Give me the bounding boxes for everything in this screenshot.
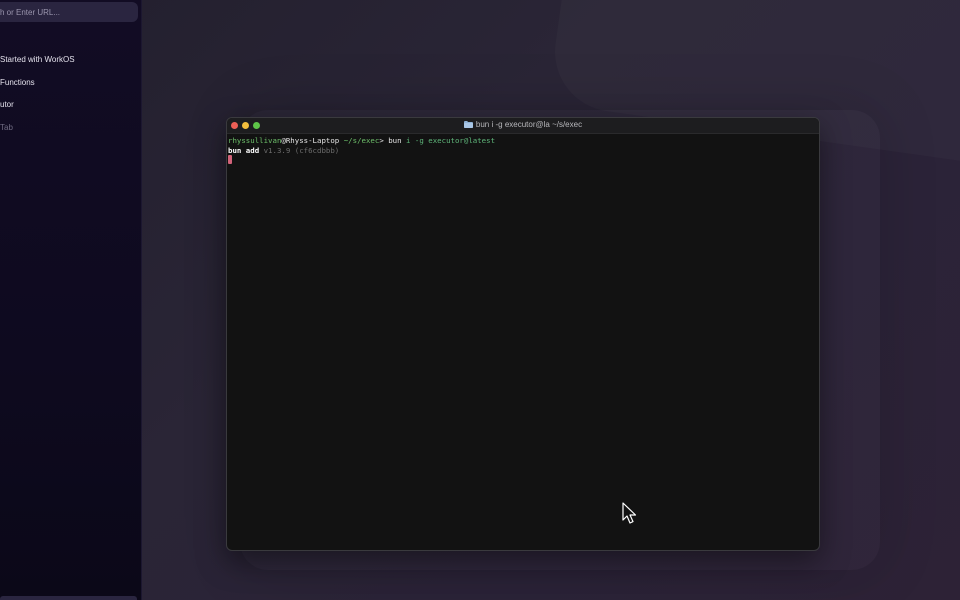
output-command: bun add	[228, 145, 260, 155]
sidebar-item-label: Started with WorkOS	[0, 54, 75, 64]
window-title: bun i -g executor@la ~/s/exec	[227, 120, 819, 129]
url-bar[interactable]: h or Enter URL...	[0, 2, 138, 22]
cursor-line	[228, 155, 818, 165]
window-title-text: bun i -g executor@la ~/s/exec	[475, 120, 583, 129]
prompt-host: @Rhyss-Laptop	[281, 136, 340, 145]
folder-icon	[463, 121, 473, 128]
desktop: h or Enter URL... Started with WorkOS Fu…	[0, 0, 960, 600]
sidebar-item-workos[interactable]: Started with WorkOS	[0, 51, 75, 67]
terminal-titlebar[interactable]: bun i -g executor@la ~/s/exec	[227, 118, 819, 134]
sidebar-item-functions[interactable]: Functions	[0, 74, 35, 90]
mouse-pointer-icon	[622, 502, 638, 526]
prompt-symbol: >	[379, 136, 389, 145]
sidebar-item-new-tab[interactable]: Tab	[0, 119, 13, 135]
sidebar-bottom-bar	[0, 596, 137, 600]
sidebar-item-label: utor	[0, 99, 14, 109]
prompt-line: rhyssullivan@Rhyss-Laptop ~/s/exec> bun …	[228, 136, 818, 146]
command-binary: bun	[388, 136, 402, 145]
sidebar-item-label: Functions	[0, 77, 35, 87]
prompt-path: ~/s/exec	[339, 136, 380, 145]
terminal-output[interactable]: rhyssullivan@Rhyss-Laptop ~/s/exec> bun …	[227, 134, 819, 550]
prompt-user: rhyssullivan	[228, 136, 282, 145]
text-cursor	[228, 155, 232, 164]
url-placeholder: h or Enter URL...	[0, 7, 61, 17]
sidebar-item-label: Tab	[0, 122, 13, 132]
output-version: v1.3.9 (cf6cdbbb)	[259, 145, 340, 155]
browser-sidebar: h or Enter URL... Started with WorkOS Fu…	[0, 0, 142, 600]
terminal-window[interactable]: bun i -g executor@la ~/s/exec rhyssulliv…	[226, 117, 820, 551]
command-args: i -g executor@latest	[401, 136, 496, 145]
sidebar-item-executor[interactable]: utor	[0, 96, 14, 112]
output-line: bun add v1.3.9 (cf6cdbbb)	[228, 146, 818, 156]
